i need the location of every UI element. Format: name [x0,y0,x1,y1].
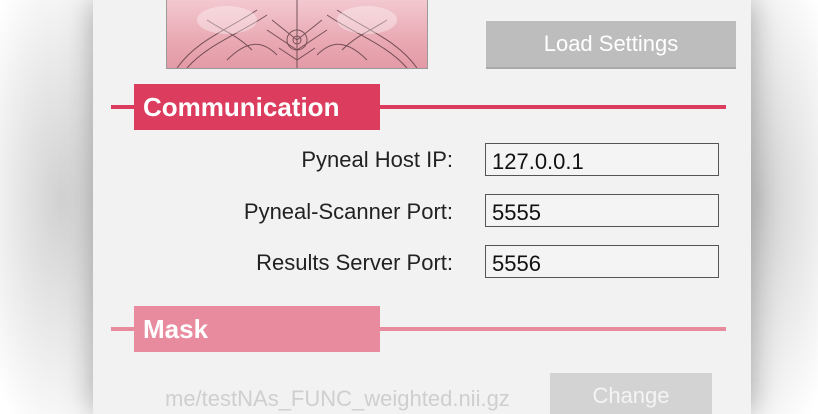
mask-file-path: me/testNAs_FUNC_weighted.nii.gz [165,386,510,411]
pyneal-host-ip-label: Pyneal Host IP: [301,147,453,172]
communication-section-header: Communication [134,84,380,130]
settings-panel: Load Settings Communication Pyneal Host … [93,0,751,414]
results-server-port-label: Results Server Port: [256,250,453,275]
pyneal-host-ip-input[interactable] [485,143,719,176]
results-server-port-input[interactable] [485,245,719,278]
mask-section-header: Mask [134,306,380,352]
change-mask-button[interactable]: Change [550,373,712,414]
pyneal-scanner-port-input[interactable] [485,194,719,227]
load-settings-button[interactable]: Load Settings [486,21,736,69]
pyneal-scanner-port-label: Pyneal-Scanner Port: [243,199,453,224]
logo-artwork-icon [176,0,418,68]
pyneal-logo [166,0,428,69]
